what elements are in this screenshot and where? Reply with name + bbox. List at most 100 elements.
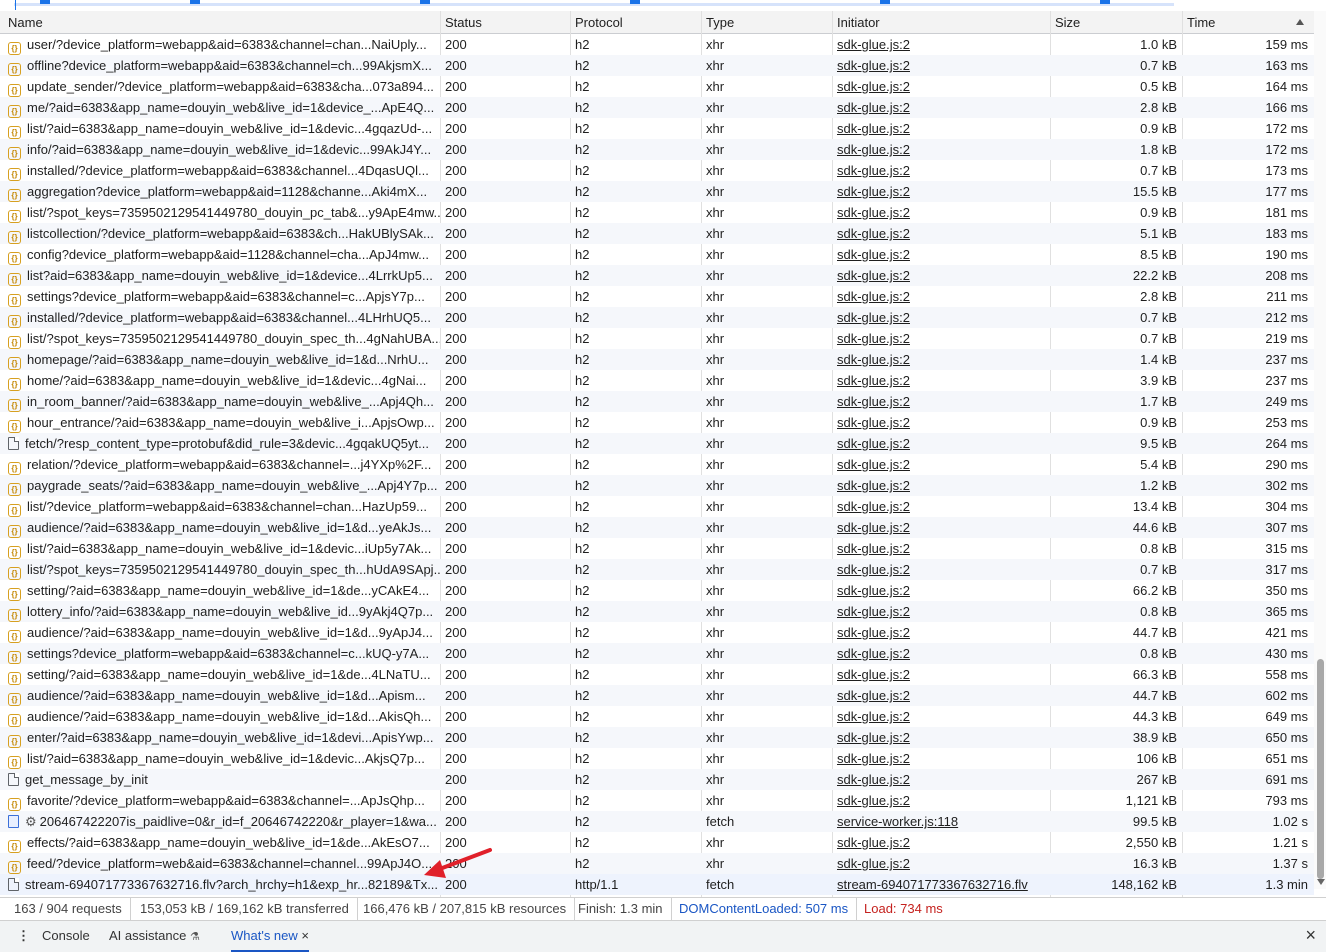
table-row[interactable]: {} effects/?aid=6383&app_name=douyin_web&… bbox=[0, 832, 1314, 853]
column-header-size[interactable]: Size bbox=[1050, 11, 1182, 33]
close-drawer-icon[interactable]: × bbox=[1305, 921, 1316, 950]
table-row[interactable]: {} settings?device_platform=webapp&aid=63… bbox=[0, 643, 1314, 664]
column-header-initiator[interactable]: Initiator bbox=[832, 11, 1050, 33]
table-row[interactable]: fetch/?resp_content_type=protobuf&did_ru… bbox=[0, 433, 1314, 454]
row-initiator-link[interactable]: sdk-glue.js:2 bbox=[832, 517, 1050, 538]
row-initiator-link[interactable]: sdk-glue.js:2 bbox=[832, 790, 1050, 811]
row-initiator-link[interactable]: sdk-glue.js:2 bbox=[832, 244, 1050, 265]
row-initiator-link[interactable]: sdk-glue.js:2 bbox=[832, 265, 1050, 286]
table-row[interactable]: {} enter/?aid=6383&app_name=douyin_web&li… bbox=[0, 727, 1314, 748]
row-initiator-link[interactable]: sdk-glue.js:2 bbox=[832, 454, 1050, 475]
table-row[interactable]: ⚙ 206467422207is_paidlive=0&r_id=f_206467… bbox=[0, 811, 1314, 832]
table-row[interactable]: stream-694071773367632716.flv?arch_hrchy… bbox=[0, 874, 1314, 895]
table-row[interactable]: {} info/?aid=6383&app_name=douyin_web&liv… bbox=[0, 139, 1314, 160]
row-initiator-link[interactable]: sdk-glue.js:2 bbox=[832, 832, 1050, 853]
row-initiator-link[interactable]: sdk-glue.js:2 bbox=[832, 727, 1050, 748]
row-initiator-link[interactable]: sdk-glue.js:2 bbox=[832, 139, 1050, 160]
table-row[interactable]: {} aggregation?device_platform=webapp&aid… bbox=[0, 181, 1314, 202]
row-initiator-link[interactable]: sdk-glue.js:2 bbox=[832, 433, 1050, 454]
table-row[interactable]: get_message_by_init 200 h2 xhr sdk-glue.js:2… bbox=[0, 769, 1314, 790]
vertical-scrollbar[interactable] bbox=[1314, 11, 1326, 889]
row-initiator-link[interactable]: sdk-glue.js:2 bbox=[832, 118, 1050, 139]
table-row[interactable]: {} setting/?aid=6383&app_name=douyin_web&… bbox=[0, 664, 1314, 685]
table-row[interactable]: {} listcollection/?device_platform=webapp… bbox=[0, 223, 1314, 244]
table-row[interactable]: {} hour_entrance/?aid=6383&app_name=douyi… bbox=[0, 412, 1314, 433]
row-initiator-link[interactable]: sdk-glue.js:2 bbox=[832, 622, 1050, 643]
row-initiator-link[interactable]: sdk-glue.js:2 bbox=[832, 349, 1050, 370]
row-initiator-link[interactable]: service-worker.js:118 bbox=[832, 811, 1050, 832]
tab-console[interactable]: Console bbox=[42, 921, 90, 950]
table-row[interactable]: {} relation/?device_platform=webapp&aid=6… bbox=[0, 454, 1314, 475]
row-initiator-link[interactable]: sdk-glue.js:2 bbox=[832, 853, 1050, 874]
row-initiator-link[interactable]: sdk-glue.js:2 bbox=[832, 664, 1050, 685]
row-initiator-link[interactable]: sdk-glue.js:2 bbox=[832, 580, 1050, 601]
row-initiator-link[interactable]: sdk-glue.js:2 bbox=[832, 181, 1050, 202]
row-initiator-link[interactable]: sdk-glue.js:2 bbox=[832, 538, 1050, 559]
table-row[interactable]: {} list/?aid=6383&app_name=douyin_web&liv… bbox=[0, 118, 1314, 139]
tab-whats-new[interactable]: What's new × bbox=[231, 921, 310, 952]
column-header-name[interactable]: Name bbox=[3, 11, 440, 33]
table-row[interactable]: {} list/?aid=6383&app_name=douyin_web&liv… bbox=[0, 748, 1314, 769]
scrollbar-thumb[interactable] bbox=[1317, 659, 1324, 879]
row-initiator-link[interactable]: sdk-glue.js:2 bbox=[832, 685, 1050, 706]
row-initiator-link[interactable]: sdk-glue.js:2 bbox=[832, 328, 1050, 349]
table-row[interactable]: {} paygrade_seats/?aid=6383&app_name=douy… bbox=[0, 475, 1314, 496]
row-initiator-link[interactable]: sdk-glue.js:2 bbox=[832, 370, 1050, 391]
table-row[interactable]: {} list/?device_platform=webapp&aid=6383&… bbox=[0, 496, 1314, 517]
row-initiator-link[interactable]: sdk-glue.js:2 bbox=[832, 601, 1050, 622]
row-initiator-link[interactable]: sdk-glue.js:2 bbox=[832, 475, 1050, 496]
timeline-overview[interactable] bbox=[0, 0, 1326, 10]
row-initiator-link[interactable]: sdk-glue.js:2 bbox=[832, 286, 1050, 307]
row-initiator-link[interactable]: sdk-glue.js:2 bbox=[832, 559, 1050, 580]
column-header-status[interactable]: Status bbox=[440, 11, 570, 33]
table-row[interactable]: {} installed/?device_platform=webapp&aid=… bbox=[0, 307, 1314, 328]
row-initiator-link[interactable]: sdk-glue.js:2 bbox=[832, 55, 1050, 76]
table-row[interactable]: {} in_room_banner/?aid=6383&app_name=douy… bbox=[0, 391, 1314, 412]
row-initiator-link[interactable]: sdk-glue.js:2 bbox=[832, 391, 1050, 412]
table-row[interactable]: {} audience/?aid=6383&app_name=douyin_web… bbox=[0, 706, 1314, 727]
table-row[interactable]: {} audience/?aid=6383&app_name=douyin_web… bbox=[0, 517, 1314, 538]
row-initiator-link[interactable]: sdk-glue.js:2 bbox=[832, 307, 1050, 328]
table-row[interactable]: {} list/?spot_keys=7359502129541449780_do… bbox=[0, 328, 1314, 349]
row-initiator-link[interactable]: sdk-glue.js:2 bbox=[832, 412, 1050, 433]
table-row[interactable]: {} list?aid=6383&app_name=douyin_web&live… bbox=[0, 265, 1314, 286]
table-row[interactable]: {} user/?device_platform=webapp&aid=6383&… bbox=[0, 34, 1314, 55]
column-header-time[interactable]: Time bbox=[1182, 11, 1314, 33]
row-initiator-link[interactable]: sdk-glue.js:2 bbox=[832, 748, 1050, 769]
table-row[interactable]: {} audience/?aid=6383&app_name=douyin_web… bbox=[0, 685, 1314, 706]
column-header-protocol[interactable]: Protocol bbox=[570, 11, 701, 33]
column-header-type[interactable]: Type bbox=[701, 11, 832, 33]
row-initiator-link[interactable]: sdk-glue.js:2 bbox=[832, 496, 1050, 517]
table-row[interactable]: {} settings?device_platform=webapp&aid=63… bbox=[0, 286, 1314, 307]
row-initiator-link[interactable]: sdk-glue.js:2 bbox=[832, 76, 1050, 97]
row-initiator-link[interactable]: stream-694071773367632716.flv bbox=[832, 874, 1050, 895]
table-row[interactable]: {} installed/?device_platform=webapp&aid=… bbox=[0, 160, 1314, 181]
table-row[interactable]: {} offline?device_platform=webapp&aid=638… bbox=[0, 55, 1314, 76]
row-status: 200 bbox=[445, 520, 467, 535]
row-initiator-link[interactable]: sdk-glue.js:2 bbox=[832, 769, 1050, 790]
table-row[interactable]: {} me/?aid=6383&app_name=douyin_web&live_… bbox=[0, 97, 1314, 118]
tab-ai-assistance[interactable]: AI assistance ⚗ bbox=[109, 921, 200, 950]
table-row[interactable]: {} lottery_info/?aid=6383&app_name=douyin… bbox=[0, 601, 1314, 622]
table-row[interactable]: {} audience/?aid=6383&app_name=douyin_web… bbox=[0, 622, 1314, 643]
row-initiator-link[interactable]: sdk-glue.js:2 bbox=[832, 706, 1050, 727]
row-initiator-link[interactable]: sdk-glue.js:2 bbox=[832, 34, 1050, 55]
row-initiator-link[interactable]: sdk-glue.js:2 bbox=[832, 643, 1050, 664]
row-initiator-link[interactable]: sdk-glue.js:2 bbox=[832, 202, 1050, 223]
table-row[interactable]: {} list/?aid=6383&app_name=douyin_web&liv… bbox=[0, 538, 1314, 559]
table-row[interactable]: {} homepage/?aid=6383&app_name=douyin_web… bbox=[0, 349, 1314, 370]
table-row[interactable]: {} favorite/?device_platform=webapp&aid=6… bbox=[0, 790, 1314, 811]
table-row[interactable]: {} update_sender/?device_platform=webapp&… bbox=[0, 76, 1314, 97]
scroll-down-arrow-icon[interactable] bbox=[1317, 879, 1325, 885]
row-initiator-link[interactable]: sdk-glue.js:2 bbox=[832, 223, 1050, 244]
close-tab-icon[interactable]: × bbox=[301, 928, 309, 943]
table-row[interactable]: {} config?device_platform=webapp&aid=1128… bbox=[0, 244, 1314, 265]
table-row[interactable]: {} feed/?device_platform=web&aid=6383&cha… bbox=[0, 853, 1314, 874]
row-initiator-link[interactable]: sdk-glue.js:2 bbox=[832, 160, 1050, 181]
table-row[interactable]: {} home/?aid=6383&app_name=douyin_web&liv… bbox=[0, 370, 1314, 391]
more-tools-menu-icon[interactable]: ⋮ bbox=[17, 921, 30, 950]
table-row[interactable]: {} setting/?aid=6383&app_name=douyin_web&… bbox=[0, 580, 1314, 601]
table-row[interactable]: {} list/?spot_keys=7359502129541449780_do… bbox=[0, 202, 1314, 223]
table-row[interactable]: {} list/?spot_keys=7359502129541449780_do… bbox=[0, 559, 1314, 580]
row-initiator-link[interactable]: sdk-glue.js:2 bbox=[832, 97, 1050, 118]
